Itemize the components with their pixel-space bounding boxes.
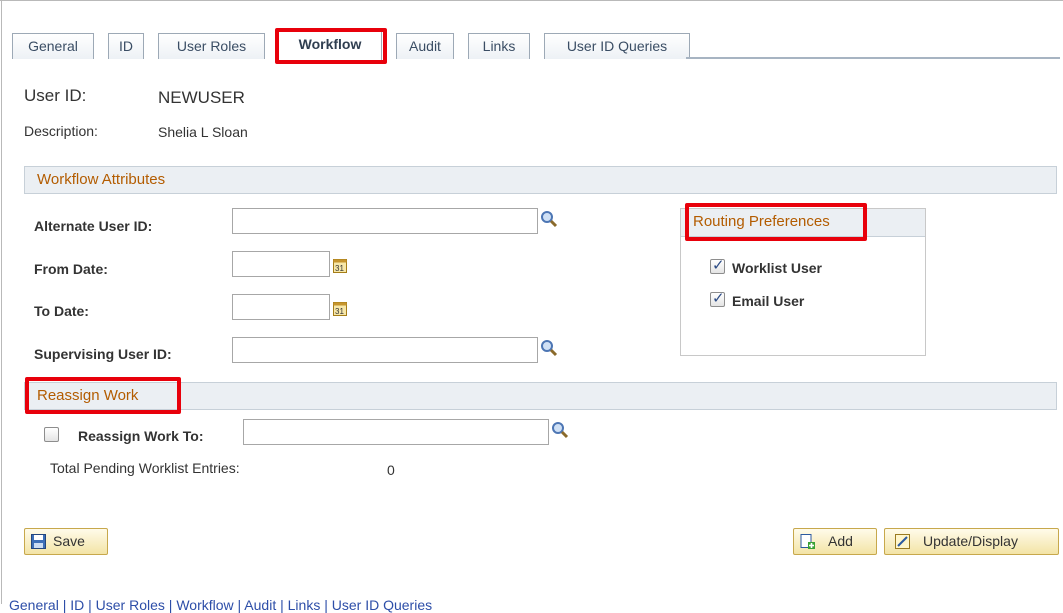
save-button[interactable]: Save: [24, 528, 108, 555]
supervising-user-id-label: Supervising User ID:: [34, 346, 172, 362]
from-date-input[interactable]: [232, 251, 330, 277]
frame-left-border: [1, 0, 2, 604]
tab-label: User Roles: [176, 38, 247, 54]
footer-separator: |: [324, 597, 328, 613]
from-date-label: From Date:: [34, 261, 108, 277]
footer-separator: |: [237, 597, 242, 613]
reassign-work-highlight: [25, 377, 181, 414]
tab-label: General: [28, 38, 78, 54]
frame-top-border: [0, 0, 1063, 1]
add-button-label: Add: [828, 533, 853, 549]
workflow-attributes-header: Workflow Attributes: [24, 166, 1057, 194]
total-pending-value: 0: [387, 462, 395, 478]
supervising-user-id-lookup-icon[interactable]: [540, 339, 558, 357]
svg-text:31: 31: [335, 264, 344, 273]
footer-link-workflow[interactable]: Workflow: [176, 597, 233, 613]
tab-user-roles[interactable]: User Roles: [158, 33, 265, 59]
to-date-label: To Date:: [34, 303, 89, 319]
update-display-button[interactable]: Update/Display: [884, 528, 1059, 555]
worklist-user-label: Worklist User: [732, 260, 822, 276]
alternate-user-id-label: Alternate User ID:: [34, 218, 153, 234]
tab-links[interactable]: Links: [468, 33, 530, 59]
svg-text:31: 31: [335, 307, 344, 316]
worklist-user-checkbox[interactable]: ✓: [710, 257, 725, 274]
update-display-icon: [895, 534, 910, 549]
reassign-work-to-input[interactable]: [243, 419, 549, 445]
checkmark-icon: ✓: [712, 290, 725, 307]
tab-label: Audit: [409, 38, 441, 54]
save-button-label: Save: [53, 533, 85, 549]
description-value: Shelia L Sloan: [158, 124, 248, 140]
footer-separator: |: [168, 597, 173, 613]
email-user-label: Email User: [732, 293, 805, 309]
reassign-work-to-label: Reassign Work To:: [78, 428, 204, 444]
tab-audit[interactable]: Audit: [396, 33, 454, 59]
footer-link-links[interactable]: Links: [288, 597, 321, 613]
footer-link-user-roles[interactable]: User Roles: [96, 597, 165, 613]
from-date-calendar-icon[interactable]: 31: [333, 257, 347, 273]
save-disk-icon: [31, 534, 46, 549]
description-label: Description:: [24, 123, 98, 139]
footer-separator: |: [280, 597, 284, 613]
user-id-label: User ID:: [24, 86, 87, 105]
tab-id[interactable]: ID: [108, 33, 144, 59]
tab-baseline: [686, 57, 1060, 59]
footer-separator: |: [88, 597, 92, 613]
reassign-work-lookup-icon[interactable]: [551, 421, 569, 439]
email-user-checkbox[interactable]: ✓: [710, 290, 725, 307]
tab-label: ID: [119, 38, 133, 54]
tab-bar: General ID User Roles Workflow Audit Lin…: [12, 31, 1060, 60]
section-title: Workflow Attributes: [37, 171, 166, 188]
alternate-user-id-input[interactable]: [232, 208, 538, 234]
add-button[interactable]: Add: [793, 528, 877, 555]
add-icon: [800, 534, 815, 549]
reassign-work-checkbox[interactable]: [44, 427, 59, 442]
supervising-user-id-input[interactable]: [232, 337, 538, 363]
checkmark-icon: ✓: [712, 257, 725, 274]
footer-separator: |: [62, 597, 67, 613]
to-date-input[interactable]: [232, 294, 330, 320]
alternate-user-id-lookup-icon[interactable]: [540, 210, 558, 228]
footer-link-bar: General | ID | User Roles | Workflow | A…: [9, 597, 432, 613]
user-id-value: NEWUSER: [158, 88, 245, 107]
update-display-button-label: Update/Display: [923, 533, 1018, 549]
tab-general[interactable]: General: [12, 33, 94, 59]
tab-label: User ID Queries: [566, 38, 668, 54]
footer-link-user-id-queries[interactable]: User ID Queries: [332, 597, 432, 613]
routing-preferences-highlight: [685, 203, 867, 241]
footer-link-audit[interactable]: Audit: [244, 597, 276, 613]
tab-user-id-queries[interactable]: User ID Queries: [544, 33, 690, 59]
footer-link-id[interactable]: ID: [70, 597, 84, 613]
workflow-tab-highlight: [275, 28, 387, 64]
tab-label: Links: [482, 38, 516, 54]
footer-link-general[interactable]: General: [9, 597, 59, 613]
total-pending-label: Total Pending Worklist Entries:: [50, 460, 240, 476]
to-date-calendar-icon[interactable]: 31: [333, 300, 347, 316]
